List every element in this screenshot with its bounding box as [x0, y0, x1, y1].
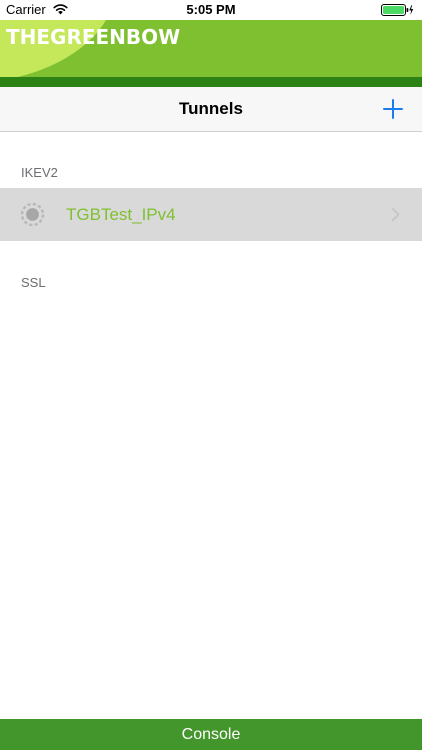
tunnel-name: TGBTest_IPv4: [66, 205, 176, 224]
page-title: Tunnels: [179, 99, 243, 118]
plus-icon: [383, 99, 403, 119]
clock: 5:05 PM: [186, 2, 236, 17]
brand-logo: THEGREENBOW: [6, 25, 181, 49]
add-tunnel-button[interactable]: [378, 94, 408, 124]
brand-banner: THEGREENBOW: [0, 20, 422, 77]
tunnel-row[interactable]: TGBTest_IPv4: [0, 188, 422, 241]
battery-icon: [381, 4, 414, 16]
navigation-bar: Tunnels: [0, 87, 422, 132]
tunnel-list: IKEV2 TGBTest_IPv4 SSL: [0, 132, 422, 719]
banner-stripe: [0, 77, 422, 87]
section-header-ikev2: IKEV2: [21, 165, 58, 180]
console-button[interactable]: Console: [0, 719, 422, 750]
section-header-ssl: SSL: [21, 275, 46, 290]
chevron-right-icon: [391, 207, 400, 222]
status-ring-icon: [20, 202, 45, 227]
status-bar: Carrier 5:05 PM: [0, 0, 422, 20]
